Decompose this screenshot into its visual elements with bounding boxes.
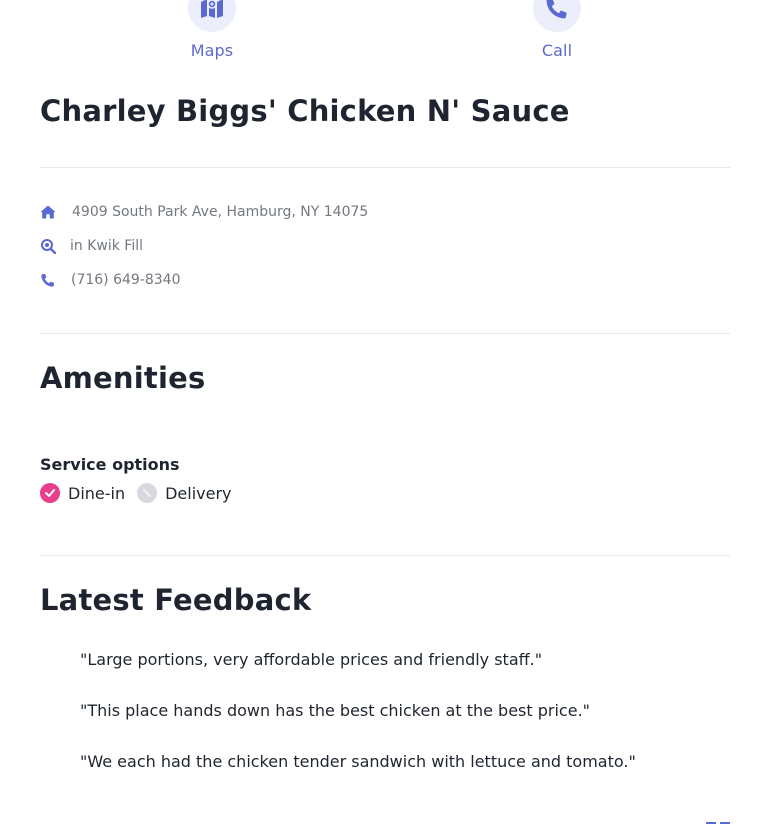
option-label: Dine-in: [68, 483, 126, 503]
phone-text[interactable]: (716) 649-8340: [71, 272, 181, 288]
divider: [40, 167, 730, 168]
feedback-quote: "This place hands down has the best chic…: [80, 701, 591, 720]
address-text: 4909 South Park Ave, Hamburg, NY 14075: [72, 204, 369, 220]
located-in-row: in Kwik Fill: [40, 238, 143, 254]
more-indicator-icon[interactable]: [706, 822, 730, 826]
service-options-list: Dine-in Delivery: [40, 483, 244, 503]
phone-row[interactable]: (716) 649-8340: [40, 272, 181, 288]
search-location-icon: [40, 238, 56, 254]
call-icon-circle[interactable]: [533, 0, 581, 32]
call-button[interactable]: Call: [497, 0, 617, 60]
service-options-label: Service options: [40, 455, 180, 474]
unavailable-icon: [137, 483, 158, 503]
option-delivery: Delivery: [137, 483, 232, 503]
feedback-quote: "Large portions, very affordable prices …: [80, 650, 543, 669]
maps-button[interactable]: Maps: [152, 0, 272, 60]
divider: [40, 333, 730, 334]
map-icon: [201, 0, 223, 18]
feedback-quote: "We each had the chicken tender sandwich…: [80, 752, 636, 771]
located-in-text: in Kwik Fill: [70, 238, 143, 254]
call-label[interactable]: Call: [497, 41, 617, 60]
business-name: Charley Biggs' Chicken N' Sauce: [40, 94, 570, 128]
address-row: 4909 South Park Ave, Hamburg, NY 14075: [40, 204, 368, 220]
check-icon: [40, 483, 60, 503]
maps-label[interactable]: Maps: [152, 41, 272, 60]
divider: [40, 555, 730, 556]
home-icon: [40, 204, 56, 220]
phone-icon: [40, 272, 56, 288]
amenities-title: Amenities: [40, 361, 206, 395]
option-label: Delivery: [165, 483, 232, 503]
maps-icon-circle[interactable]: [188, 0, 236, 32]
feedback-title: Latest Feedback: [40, 583, 312, 617]
option-dine-in: Dine-in: [40, 483, 125, 503]
business-detail-page: Maps Call Charley Biggs' Chicken N' Sauc…: [0, 0, 770, 826]
action-bar: Maps Call: [0, 0, 770, 64]
phone-icon: [546, 0, 567, 19]
